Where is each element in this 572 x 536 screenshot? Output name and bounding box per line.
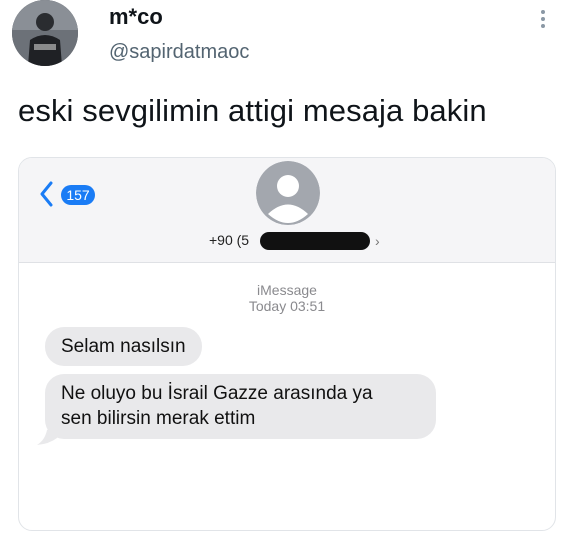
bubble-tail (37, 426, 57, 445)
contact-avatar[interactable] (256, 161, 320, 225)
message-line: Ne oluyo bu İsrail Gazze arasında ya (61, 383, 373, 404)
tweet-text: eski sevgilimin attigi mesaja bakin (18, 93, 487, 128)
contact-silhouette-icon (256, 161, 320, 225)
contact-number[interactable]: +90 (5 (209, 232, 249, 248)
messages-header: 157 +90 (5 › (19, 158, 555, 263)
unread-count-badge[interactable]: 157 (61, 185, 95, 205)
service-label: iMessage (257, 282, 317, 298)
redaction-bar (260, 232, 370, 250)
display-name[interactable]: m*co (109, 4, 163, 30)
back-chevron-icon[interactable] (39, 181, 53, 207)
more-vertical-icon[interactable] (537, 8, 549, 30)
message-bubble[interactable]: Selam nasılsın (45, 327, 202, 366)
message-timestamp: Today 03:51 (248, 298, 326, 314)
profile-avatar[interactable] (12, 0, 78, 66)
message-line: sen bilirsin merak ettim (61, 408, 256, 429)
message-bubble[interactable]: Ne oluyo bu İsrail Gazze arasında ya sen… (45, 374, 436, 439)
chevron-right-icon[interactable]: › (375, 233, 380, 249)
attached-screenshot[interactable]: 157 +90 (5 › iMessage Today 03:51 Selam … (18, 157, 556, 531)
user-handle[interactable]: @sapirdatmaoc (109, 41, 249, 64)
